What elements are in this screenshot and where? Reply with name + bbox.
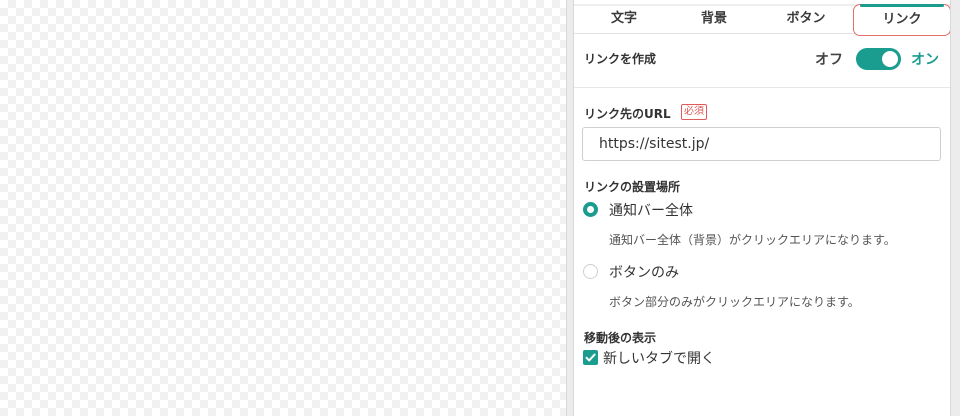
toggle-off-label[interactable]: オフ	[815, 49, 843, 69]
link-settings-panel: 文字 背景 ボタン リンク リンクを作成 オフ オン リンク先のURL 必須 リ…	[574, 0, 951, 416]
url-input[interactable]	[582, 127, 941, 161]
create-link-row: リンクを作成 オフ オン	[574, 36, 950, 88]
radio-whole-bar-label[interactable]: 通知バー全体	[609, 200, 693, 220]
panel-scroll-edge[interactable]	[950, 0, 960, 416]
url-label: リンク先のURL	[584, 107, 671, 121]
toggle-knob	[882, 51, 898, 67]
placement-label: リンクの設置場所	[584, 180, 681, 194]
checkmark-icon	[585, 353, 596, 362]
tab-bar: 文字 背景 ボタン リンク	[574, 0, 951, 36]
tab-background[interactable]: 背景	[672, 6, 756, 34]
required-badge: 必須	[681, 104, 707, 120]
new-tab-checkbox[interactable]	[583, 350, 598, 365]
create-link-label: リンクを作成	[584, 52, 657, 66]
create-link-toggle[interactable]	[856, 48, 901, 70]
after-move-label: 移動後の表示	[584, 331, 657, 345]
toggle-on-label[interactable]: オン	[911, 49, 939, 69]
panel-resize-gutter[interactable]	[566, 0, 574, 416]
radio-whole-bar-description: 通知バー全体（背景）がクリックエリアになります。	[609, 233, 896, 247]
tab-link[interactable]: リンク	[853, 4, 951, 36]
radio-whole-bar[interactable]	[583, 202, 598, 217]
tab-text[interactable]: 文字	[582, 6, 666, 34]
radio-button-only-description: ボタン部分のみがクリックエリアになります。	[609, 295, 860, 309]
radio-button-only-label[interactable]: ボタンのみ	[609, 262, 679, 282]
tab-button[interactable]: ボタン	[764, 6, 848, 34]
radio-button-only[interactable]	[583, 264, 598, 279]
new-tab-checkbox-label[interactable]: 新しいタブで開く	[603, 348, 715, 368]
